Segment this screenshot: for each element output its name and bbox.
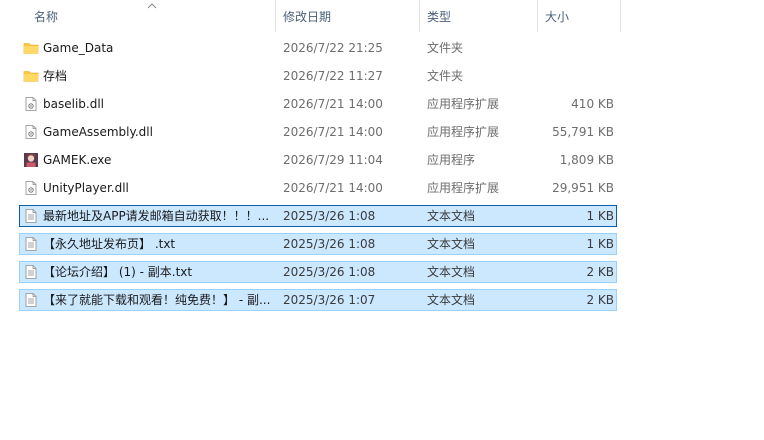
file-type: 文本文档 [427,209,476,223]
file-name: Game_Data [43,41,114,55]
file-row[interactable]: Game_Data 2026/7/22 21:25 文件夹 [19,37,617,59]
file-name: 存档 [43,69,68,83]
text-file-icon [23,208,39,224]
text-file-icon [23,264,39,280]
file-row-selected[interactable]: 【来了就能下载和观看！纯免费！】 - 副... 2025/3/26 1:07 文… [19,289,617,311]
file-date-modified: 2025/3/26 1:08 [283,237,376,251]
text-file-icon [23,236,39,252]
file-name: GameAssembly.dll [43,125,153,139]
file-size: 1 KB [586,209,614,223]
file-explorer-list: 名称 修改日期 类型 大小 Game_Data 2026/7/22 21:25 … [0,0,764,440]
file-name: GAMEK.exe [43,153,112,167]
file-type: 应用程序扩展 [427,125,500,139]
file-size: 2 KB [586,293,614,307]
file-type: 文件夹 [427,69,464,83]
folder-icon [23,40,39,56]
dll-file-icon [23,180,39,196]
file-date-modified: 2026/7/29 11:04 [283,153,383,167]
file-type: 文本文档 [427,265,476,279]
exe-app-icon [23,152,39,168]
text-file-icon [23,292,39,308]
file-row-selected[interactable]: 最新地址及APP请发邮箱自动获取！！！... 2025/3/26 1:08 文本… [19,205,617,227]
file-row[interactable]: GameAssembly.dll 2026/7/21 14:00 应用程序扩展 … [19,121,617,143]
file-date-modified: 2026/7/21 14:00 [283,181,383,195]
file-row[interactable]: 存档 2026/7/22 11:27 文件夹 [19,65,617,87]
file-size: 1 KB [586,237,614,251]
file-size: 55,791 KB [552,125,614,139]
file-row-selected[interactable]: 【永久地址发布页】 .txt 2025/3/26 1:08 文本文档 1 KB [19,233,617,255]
file-type: 应用程序扩展 [427,181,500,195]
file-type: 应用程序扩展 [427,97,500,111]
file-date-modified: 2026/7/21 14:00 [283,125,383,139]
file-date-modified: 2025/3/26 1:08 [283,209,376,223]
file-name: baselib.dll [43,97,104,111]
file-size: 1,809 KB [559,153,614,167]
file-name: 【论坛介绍】 (1) - 副本.txt [43,265,193,279]
file-name: UnityPlayer.dll [43,181,129,195]
file-date-modified: 2026/7/22 21:25 [283,41,383,55]
column-header-bar: 名称 修改日期 类型 大小 [0,0,764,32]
file-size [540,66,614,86]
dll-file-icon [23,124,39,140]
column-header-type[interactable]: 类型 [421,0,538,32]
dll-file-icon [23,96,39,112]
file-date-modified: 2026/7/21 14:00 [283,97,383,111]
column-header-size[interactable]: 大小 [539,0,621,32]
folder-icon [23,68,39,84]
file-size [540,38,614,58]
column-header-date-modified[interactable]: 修改日期 [277,0,420,32]
file-type: 文本文档 [427,293,476,307]
column-header-name[interactable]: 名称 [18,0,276,32]
file-row[interactable]: GAMEK.exe 2026/7/29 11:04 应用程序 1,809 KB [19,149,617,171]
file-date-modified: 2026/7/22 11:27 [283,69,383,83]
file-row[interactable]: baselib.dll 2026/7/21 14:00 应用程序扩展 410 K… [19,93,617,115]
file-size: 2 KB [586,265,614,279]
file-row[interactable]: UnityPlayer.dll 2026/7/21 14:00 应用程序扩展 2… [19,177,617,199]
file-name: 【来了就能下载和观看！纯免费！】 - 副... [43,293,271,307]
file-type: 文本文档 [427,237,476,251]
file-size: 29,951 KB [552,181,614,195]
file-name: 最新地址及APP请发邮箱自动获取！！！... [43,209,270,223]
file-date-modified: 2025/3/26 1:08 [283,265,376,279]
file-type: 文件夹 [427,41,464,55]
file-date-modified: 2025/3/26 1:07 [283,293,376,307]
file-size: 410 KB [571,97,614,111]
file-name: 【永久地址发布页】 .txt [43,237,176,251]
file-type: 应用程序 [427,153,476,167]
file-row-selected[interactable]: 【论坛介绍】 (1) - 副本.txt 2025/3/26 1:08 文本文档 … [19,261,617,283]
